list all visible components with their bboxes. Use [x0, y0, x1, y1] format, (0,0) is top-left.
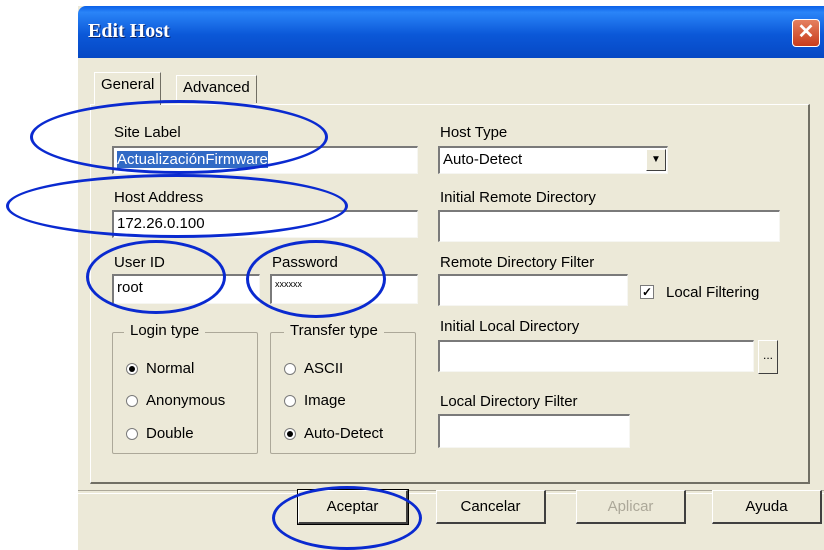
close-icon[interactable]: ✕ — [792, 19, 820, 47]
tab-advanced-label: Advanced — [183, 79, 250, 96]
title-bar[interactable]: Edit Host ✕ — [78, 6, 824, 58]
window-title: Edit Host — [88, 20, 170, 42]
help-button[interactable]: Ayuda — [712, 490, 822, 524]
tab-advanced[interactable]: Advanced — [176, 75, 257, 103]
password-annotation-ellipse — [246, 240, 386, 318]
host-address-annotation-ellipse — [6, 174, 348, 238]
site-label-annotation-ellipse — [30, 100, 328, 174]
apply-button[interactable]: Aplicar — [576, 490, 686, 524]
ok-button-annotation-ellipse — [272, 486, 422, 550]
cancel-button[interactable]: Cancelar — [436, 490, 546, 524]
user-id-annotation-ellipse — [86, 240, 226, 314]
tab-general-label: General — [101, 76, 155, 93]
